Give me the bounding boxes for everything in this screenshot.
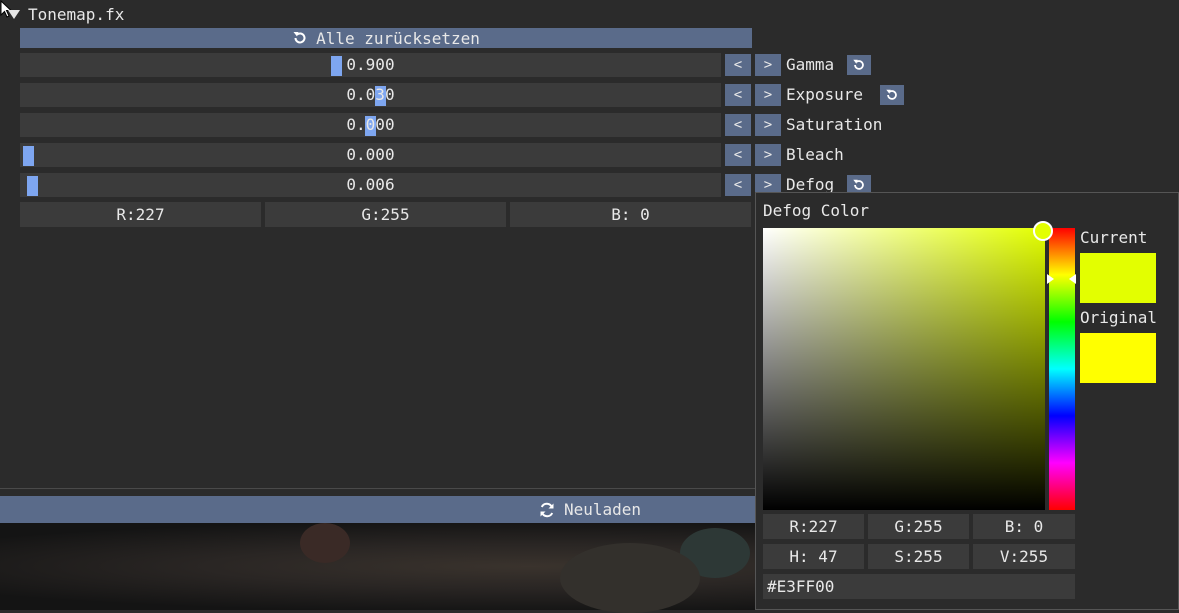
exposure-increase-button[interactable]: > xyxy=(755,84,781,106)
hue-marker-left-icon xyxy=(1047,274,1054,284)
original-label: Original xyxy=(1080,308,1158,327)
saturation-label: Saturation xyxy=(786,115,883,134)
gamma-reset-button[interactable] xyxy=(847,55,871,75)
hue-marker-right-icon xyxy=(1069,274,1076,284)
picker-r-field[interactable]: R:227 xyxy=(763,514,864,539)
effect-header[interactable]: Tonemap.fx xyxy=(0,2,124,26)
slider-value: 0.000 xyxy=(346,145,395,164)
saturation-increase-button[interactable]: > xyxy=(755,114,781,136)
picker-g-field[interactable]: G:255 xyxy=(868,514,969,539)
saturation-value-square[interactable] xyxy=(763,228,1045,510)
exposure-slider[interactable]: 0.030 xyxy=(20,83,721,107)
exposure-reset-button[interactable] xyxy=(880,85,904,105)
defog-color-g-field[interactable]: G:255 xyxy=(265,202,506,227)
bleach-decrease-button[interactable]: < xyxy=(725,144,751,166)
bleach-increase-button[interactable]: > xyxy=(755,144,781,166)
gamma-decrease-button[interactable]: < xyxy=(725,54,751,76)
reset-icon xyxy=(853,179,864,190)
reset-all-button[interactable]: Alle zurücksetzen xyxy=(20,28,752,48)
exposure-decrease-button[interactable]: < xyxy=(725,84,751,106)
original-color-swatch[interactable] xyxy=(1080,333,1156,383)
gamma-label: Gamma xyxy=(786,55,835,74)
picker-h-field[interactable]: H: 47 xyxy=(763,544,864,569)
reset-icon xyxy=(853,59,864,70)
collapse-triangle-icon[interactable] xyxy=(8,9,20,19)
saturation-slider[interactable]: 0.000 xyxy=(20,113,721,137)
slider-value: 0.030 xyxy=(346,85,395,104)
exposure-label: Exposure xyxy=(786,85,864,104)
reload-label: Neuladen xyxy=(563,500,642,519)
picker-s-field[interactable]: S:255 xyxy=(868,544,969,569)
reset-icon xyxy=(293,32,306,44)
bleach-slider[interactable]: 0.000 xyxy=(20,143,721,167)
refresh-icon xyxy=(540,502,554,517)
reset-all-label: Alle zurücksetzen xyxy=(316,28,480,48)
gamma-increase-button[interactable]: > xyxy=(755,54,781,76)
picker-v-field[interactable]: V:255 xyxy=(973,544,1075,569)
slider-value: 0.900 xyxy=(346,55,395,74)
gamma-slider[interactable]: 0.900 xyxy=(20,53,721,77)
defog-color-b-field[interactable]: B: 0 xyxy=(510,202,751,227)
effect-title: Tonemap.fx xyxy=(28,4,125,24)
current-color-swatch xyxy=(1080,253,1156,303)
defog-slider[interactable]: 0.006 xyxy=(20,173,721,197)
bleach-label: Bleach xyxy=(786,145,844,164)
color-picker-title: Defog Color xyxy=(763,201,869,220)
slider-value: 0.000 xyxy=(346,115,395,134)
defog-color-r-field[interactable]: R:227 xyxy=(20,202,261,227)
defog-decrease-button[interactable]: < xyxy=(725,174,751,196)
slider-value: 0.006 xyxy=(346,175,395,194)
saturation-decrease-button[interactable]: < xyxy=(725,114,751,136)
hex-input[interactable]: #E3FF00 xyxy=(763,574,1075,599)
current-label: Current xyxy=(1080,228,1148,247)
picker-b-field[interactable]: B: 0 xyxy=(973,514,1075,539)
hue-bar[interactable] xyxy=(1049,228,1075,510)
color-cursor[interactable] xyxy=(1033,221,1053,241)
reset-icon xyxy=(886,89,897,100)
